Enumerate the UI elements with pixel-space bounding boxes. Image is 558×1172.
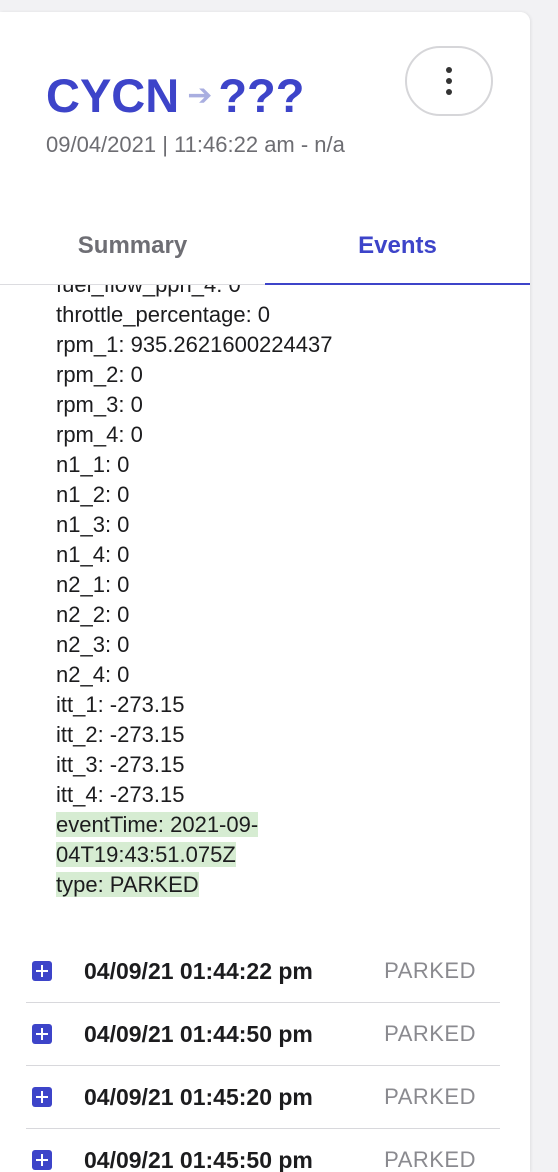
arrow-right-icon: ➔ (187, 68, 212, 124)
more-options-button[interactable] (405, 46, 493, 116)
event-type: PARKED (384, 1021, 476, 1047)
event-detail-text: type: PARKED (56, 872, 199, 897)
event-detail-line: rpm_2: 0 (56, 360, 530, 390)
event-detail-line: itt_1: -273.15 (56, 690, 530, 720)
plus-square-icon[interactable] (32, 1087, 52, 1107)
event-detail-line: itt_2: -273.15 (56, 720, 530, 750)
flight-date: 09/04/2021 (46, 132, 156, 157)
event-detail-text: rpm_3: 0 (56, 392, 143, 417)
event-detail-line: type: PARKED (56, 870, 530, 900)
subtitle-separator: | (162, 132, 168, 157)
event-detail-line: itt_3: -273.15 (56, 750, 530, 780)
event-detail-text: rpm_4: 0 (56, 422, 143, 447)
event-detail-text: n1_3: 0 (56, 512, 129, 537)
event-detail-list: fuel_flow_pph_4: 0throttle_percentage: 0… (0, 270, 530, 900)
event-type: PARKED (384, 1084, 476, 1110)
event-detail-line: n1_3: 0 (56, 510, 530, 540)
event-detail-text: itt_1: -273.15 (56, 692, 184, 717)
event-detail-line: rpm_4: 0 (56, 420, 530, 450)
tab-events[interactable]: Events (265, 207, 530, 284)
event-detail-line: n2_1: 0 (56, 570, 530, 600)
event-detail-text: itt_2: -273.15 (56, 722, 184, 747)
tab-bar: Summary Events (0, 207, 530, 285)
plus-square-icon[interactable] (32, 961, 52, 981)
destination-airport: ??? (218, 68, 304, 124)
event-detail-line: n1_2: 0 (56, 480, 530, 510)
event-detail-text: 04T19:43:51.075Z (56, 842, 236, 867)
event-detail-text: itt_4: -273.15 (56, 782, 184, 807)
plus-square-icon[interactable] (32, 1150, 52, 1170)
event-detail-line: n2_4: 0 (56, 660, 530, 690)
event-row[interactable]: 04/09/21 01:44:22 pm PARKED (26, 940, 500, 1003)
event-detail-line: n2_2: 0 (56, 600, 530, 630)
event-detail-line: rpm_1: 935.2621600224437 (56, 330, 530, 360)
event-detail-line: eventTime: 2021-09- (56, 810, 530, 840)
flight-time-range: 11:46:22 am - n/a (174, 132, 345, 157)
event-detail-text: n2_2: 0 (56, 602, 129, 627)
event-detail-line: itt_4: -273.15 (56, 780, 530, 810)
event-detail-text: rpm_2: 0 (56, 362, 143, 387)
event-row[interactable]: 04/09/21 01:45:20 pm PARKED (26, 1066, 500, 1129)
event-detail-text: rpm_1: 935.2621600224437 (56, 332, 332, 357)
event-time: 04/09/21 01:44:22 pm (84, 958, 313, 985)
event-detail-text: n1_4: 0 (56, 542, 129, 567)
flight-route: CYCN ➔ ??? (46, 68, 304, 124)
event-detail-text: throttle_percentage: 0 (56, 302, 270, 327)
event-type: PARKED (384, 1147, 476, 1172)
event-detail-line: rpm_3: 0 (56, 390, 530, 420)
event-detail-text: n2_3: 0 (56, 632, 129, 657)
event-time: 04/09/21 01:45:20 pm (84, 1084, 313, 1111)
flight-subtitle: 09/04/2021 | 11:46:22 am - n/a (46, 132, 345, 158)
event-detail-text: eventTime: 2021-09- (56, 812, 258, 837)
event-detail-text: n2_1: 0 (56, 572, 129, 597)
event-row[interactable]: 04/09/21 01:44:50 pm PARKED (26, 1003, 500, 1066)
panel-header: CYCN ➔ ??? 09/04/2021 | 11:46:22 am - n/… (0, 12, 530, 284)
event-detail-text: n2_4: 0 (56, 662, 129, 687)
events-content: fuel_flow_pph_4: 0throttle_percentage: 0… (0, 270, 530, 900)
event-detail-text: n1_1: 0 (56, 452, 129, 477)
event-list: 04/09/21 01:44:22 pmPARKED04/09/21 01:44… (26, 940, 500, 1172)
origin-airport: CYCN (46, 68, 179, 124)
event-detail-line: n2_3: 0 (56, 630, 530, 660)
event-detail-text: n1_2: 0 (56, 482, 129, 507)
event-detail-line: throttle_percentage: 0 (56, 300, 530, 330)
event-time: 04/09/21 01:44:50 pm (84, 1021, 313, 1048)
more-vertical-icon (446, 67, 452, 95)
event-detail-line: n1_4: 0 (56, 540, 530, 570)
event-time: 04/09/21 01:45:50 pm (84, 1147, 313, 1172)
event-detail-text: itt_3: -273.15 (56, 752, 184, 777)
event-detail-line: 04T19:43:51.075Z (56, 840, 530, 870)
tab-summary[interactable]: Summary (0, 207, 265, 284)
event-detail-line: n1_1: 0 (56, 450, 530, 480)
flight-detail-panel: fuel_flow_pph_4: 0throttle_percentage: 0… (0, 12, 530, 1172)
event-row[interactable]: 04/09/21 01:45:50 pm PARKED (26, 1129, 500, 1172)
plus-square-icon[interactable] (32, 1024, 52, 1044)
event-type: PARKED (384, 958, 476, 984)
